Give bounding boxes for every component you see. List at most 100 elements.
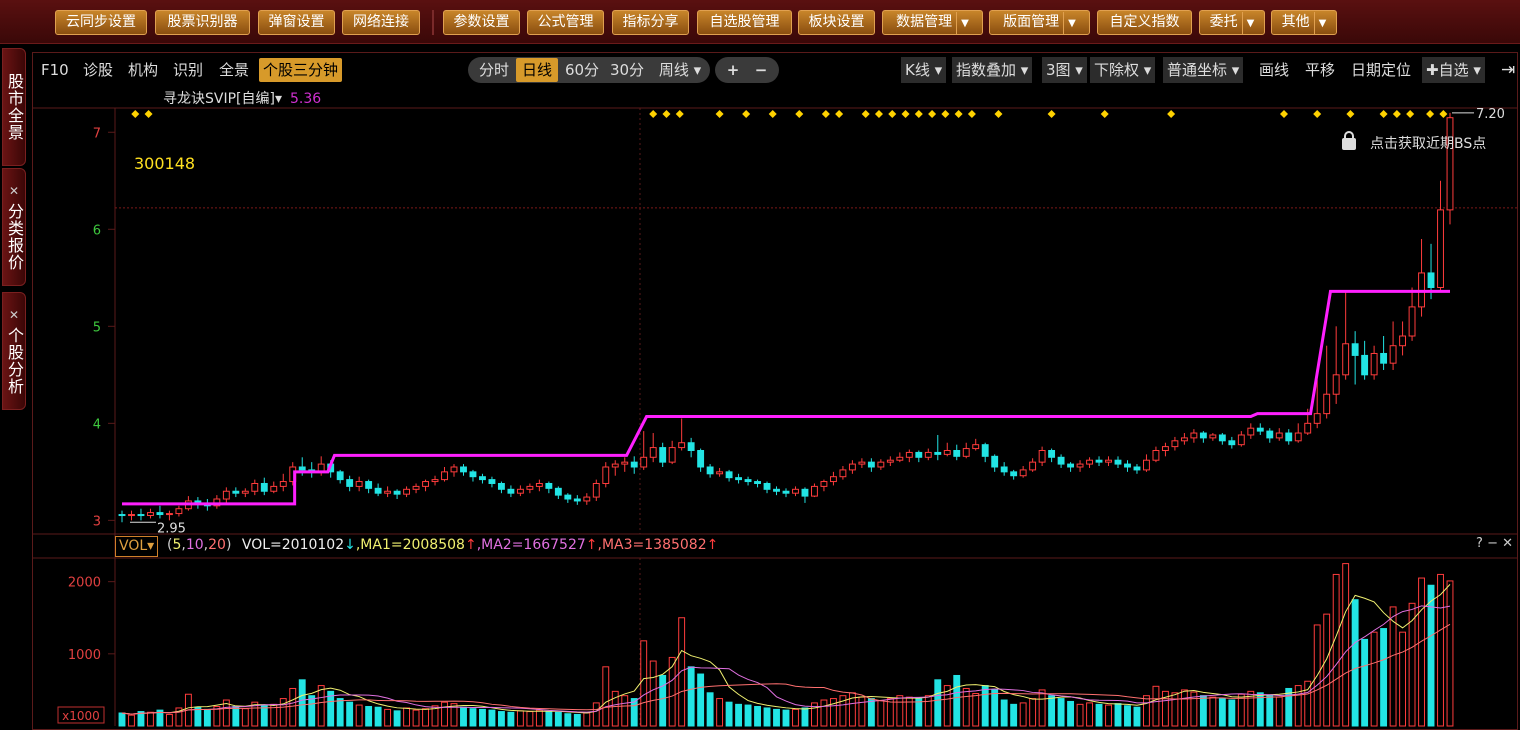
candle-down (953, 449, 961, 457)
candle-up (829, 476, 837, 483)
volume-bar-down (1095, 703, 1103, 727)
candle-up (896, 456, 904, 461)
candle-down (260, 482, 268, 492)
candle-down (298, 466, 306, 471)
candle-down (744, 479, 752, 483)
volume-bar-down (564, 713, 572, 727)
candle-down (1124, 463, 1131, 468)
signal-marker (835, 110, 844, 118)
signal-marker (742, 110, 751, 118)
candle-up (450, 466, 458, 473)
volume-bar-down (763, 707, 771, 727)
volume-bar-up (792, 708, 799, 727)
volume-bar-down (735, 703, 743, 727)
volume-bar-up (1143, 695, 1150, 727)
candle-down (1048, 449, 1056, 458)
candle-up (602, 466, 610, 484)
candle-up (640, 456, 648, 468)
volume-panel-controls[interactable]: ? − ✕ (1476, 536, 1513, 551)
candle-down (659, 447, 667, 463)
y-tick-label: 7 (93, 126, 101, 141)
volume-bar-down (953, 674, 961, 727)
candle-down (156, 512, 164, 516)
volume-bar-up (1399, 631, 1407, 727)
volume-bar-up (412, 709, 420, 727)
candle-up (1171, 440, 1179, 448)
volume-bar-up (441, 701, 448, 727)
signal-marker (874, 110, 883, 118)
candle-down (1380, 352, 1388, 364)
candle-up (621, 461, 629, 465)
candle-up (516, 488, 524, 494)
signal-marker (715, 110, 724, 118)
candle-up (384, 490, 392, 494)
candle-up (1209, 434, 1217, 439)
y-tick-label: 5 (93, 320, 101, 335)
candle-down (991, 455, 999, 468)
volume-bar-up (1038, 689, 1046, 727)
candle-down (735, 477, 743, 481)
candle-down (1114, 459, 1122, 465)
volume-bar-up (1180, 689, 1188, 727)
candle-up (924, 451, 932, 458)
volume-bar-down (1199, 695, 1207, 727)
candle-up (279, 481, 287, 487)
y-tick-label: 6 (93, 223, 101, 238)
candle-up (270, 485, 278, 492)
signal-marker (901, 110, 910, 118)
volume-bar-up (165, 713, 173, 727)
volume-bar-down (706, 692, 714, 727)
candle-down (697, 449, 705, 468)
candle-up (1399, 335, 1407, 347)
candle-up (1332, 374, 1340, 395)
volume-bar-up (1342, 563, 1350, 727)
candle-down (460, 466, 467, 473)
signal-marker (795, 110, 804, 118)
candle-up (355, 481, 363, 487)
signal-marker (1313, 110, 1322, 118)
volume-bar-up (147, 711, 154, 727)
candle-down (564, 494, 572, 500)
volume-bar-down (507, 711, 515, 727)
volume-bar-up (896, 695, 904, 727)
ma3-value: ,MA3=1385082 (597, 537, 707, 553)
volume-bar-up (422, 708, 429, 727)
price-volume-chart[interactable]: 3 4 5 6 7 1000 2000 x1000 7.20 2.95 (0, 0, 1520, 730)
candle-up (165, 513, 173, 516)
candle-up (1029, 461, 1037, 471)
volume-bar-down (1351, 599, 1359, 727)
params-close: ) (225, 537, 232, 553)
volume-indicator-select[interactable]: VOL▾ (115, 536, 159, 557)
volume-bar-down (393, 710, 401, 727)
signal-marker (914, 110, 923, 118)
volume-bar-up (1171, 692, 1179, 727)
high-price-label: 7.20 (1476, 107, 1505, 122)
volume-bar-up (1446, 580, 1454, 727)
volume-bar-up (649, 660, 657, 727)
candle-down (507, 488, 515, 494)
candle-up (251, 482, 259, 492)
candle-up (886, 459, 894, 463)
ma2-value: ,MA2=1667527 (476, 537, 586, 553)
indicator-line (122, 289, 1450, 506)
up-arrow-icon: ↑ (464, 537, 477, 553)
candle-up (535, 482, 543, 487)
volume-bar-up (241, 708, 249, 727)
volume-bar-up (1237, 693, 1245, 727)
volume-bar-down (744, 704, 752, 727)
volume-bar-up (1370, 631, 1378, 727)
volume-bar-down (867, 698, 875, 727)
candle-up (403, 488, 411, 495)
vol-value: VOL=2010102 (241, 537, 345, 553)
bs-points-hint[interactable]: 点击获取近期BS点 (1342, 131, 1486, 153)
volume-bar-down (1010, 703, 1018, 727)
candle-up (716, 471, 724, 475)
volume-bar-up (858, 696, 866, 727)
signal-marker (888, 110, 897, 118)
candle-down (1427, 272, 1435, 288)
volume-bar-down (469, 708, 477, 727)
volume-bar-down (1114, 703, 1122, 727)
up-arrow-icon: ↑ (585, 537, 598, 553)
volume-bar-down (981, 685, 989, 727)
volume-bar-down (725, 701, 733, 727)
